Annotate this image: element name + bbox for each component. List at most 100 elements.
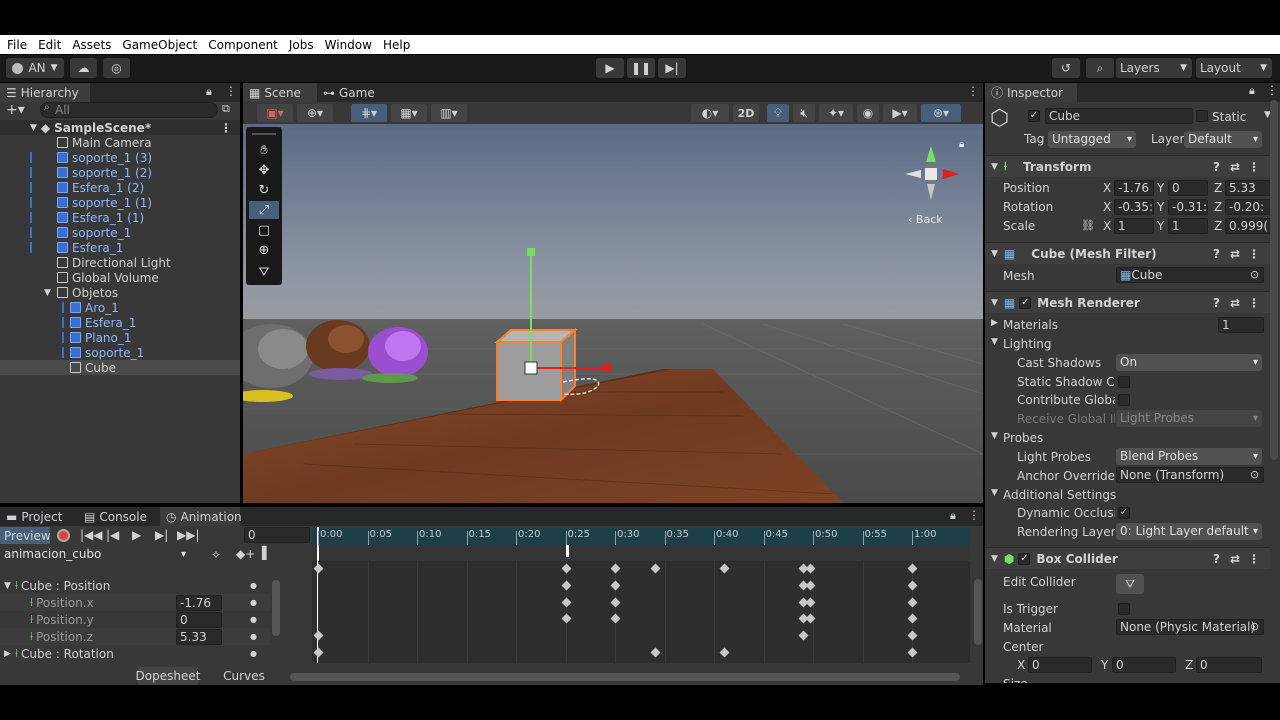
transform-pos-z-field[interactable]: 5.33 [1225,180,1273,196]
transform-rot-y-field[interactable]: -0.31: [1168,199,1208,215]
more-options-icon[interactable]: ⋮ [968,508,980,522]
mesh-renderer-header[interactable]: ▼ ▦ ✓ Mesh Renderer ? ⇄ ⋮ [985,291,1270,313]
add-event-icon[interactable]: ◆+ [236,547,255,561]
first-keyframe-icon[interactable]: |◀◀ [80,528,103,542]
hierarchy-item[interactable]: Esfera_1 [0,315,240,330]
expand-icon[interactable]: ⧉ [222,102,230,116]
help-icon[interactable]: ? [1213,552,1220,566]
preview-button[interactable]: Preview [0,527,51,544]
tab-hierarchy[interactable]: ☰ Hierarchy [0,83,90,102]
object-name-field[interactable]: Cube [1045,108,1193,124]
last-keyframe-icon[interactable]: ▶▶| [177,528,200,542]
keyframe[interactable] [907,613,918,624]
preset-icon[interactable]: ⇄ [1230,247,1240,261]
property-value-field[interactable]: 0 [176,612,222,628]
menu-file[interactable]: File [7,38,27,52]
keyframe[interactable] [313,647,324,658]
static-shadow-checkbox[interactable] [1118,376,1130,388]
help-icon[interactable]: ? [1213,296,1220,310]
property-value-field[interactable]: 5.33 [176,629,222,645]
more-options-icon[interactable]: ⋮ [220,121,232,135]
menu-edit[interactable]: Edit [38,38,61,52]
help-icon[interactable]: ? [1213,247,1220,261]
dot-icon[interactable]: ● [250,649,257,658]
dopesheet-tab[interactable]: Dopesheet [136,667,200,685]
keyframe[interactable] [610,613,621,624]
hierarchy-item[interactable]: Main Camera [0,135,240,150]
audio-button[interactable]: 🔇︎ [793,104,815,122]
scale-tool-icon[interactable]: ⤢ [249,201,279,219]
tab-console[interactable]: ▤ Console [78,507,154,526]
dopesheet-area[interactable]: 0:00 0:05 0:10 0:15 0:20 0:25 0:30 0:35 0:40 0:45… [312,527,970,663]
transform-header[interactable]: ▼ ⟊ Transform ? ⇄ ⋮ [985,155,1270,177]
scene-row[interactable]: ▼ ◆ SampleScene* ⋮ [0,120,240,135]
transform-scl-x-field[interactable]: 1 [1114,218,1154,234]
more-options-icon[interactable]: ⋮ [1248,552,1260,566]
rect-tool-icon[interactable]: ▢ [249,221,279,239]
tab-project[interactable]: ▬ Project [0,507,76,526]
keyframe[interactable] [561,613,571,624]
curves-tab[interactable]: Curves [220,667,268,685]
hand-tool-icon[interactable]: ✋︎ [249,141,279,159]
lock-icon[interactable]: 🔒︎ [950,509,956,523]
gizmos-button[interactable]: ⊛▾ [921,104,961,122]
clip-dropdown[interactable]: animacion_cubo [0,546,190,563]
history-button[interactable]: ↺ [1052,58,1080,78]
contribute-gi-checkbox[interactable] [1118,394,1130,406]
keyframe[interactable] [610,580,621,591]
snap-increment-button[interactable]: ▦▾ [391,104,427,122]
hierarchy-item[interactable]: Esfera_1 (1) [0,210,240,225]
animation-property-row[interactable]: ⟊ Position.x -1.76 ● [0,594,270,611]
transform-pos-y-field[interactable]: 0 [1168,180,1208,196]
search-input[interactable]: All [40,102,218,118]
transform-scl-z-field[interactable]: 0.999( [1225,218,1273,234]
transform-rot-z-field[interactable]: -0.20: [1225,199,1273,215]
layout-dropdown[interactable]: Layout ▼ [1196,58,1272,78]
dot-icon[interactable]: ● [250,598,257,607]
preset-icon[interactable]: ⇄ [1230,552,1240,566]
material-field[interactable]: None (Physic Material) [1116,619,1264,635]
materials-count-field[interactable]: 1 [1218,317,1264,333]
hierarchy-item[interactable]: soporte_1 [0,345,240,360]
shading-button[interactable]: ◐▾ [691,104,729,122]
rotate-tool-icon[interactable]: ↻ [249,181,279,199]
scene-viewport[interactable]: ‹ Back 🔒︎ [243,124,983,503]
orientation-button[interactable]: ⊕▾ [297,104,333,122]
cast-shadows-dropdown[interactable]: On [1116,354,1262,371]
layers-dropdown[interactable]: Layers ▼ [1116,58,1192,78]
hierarchy-item[interactable]: ▼ Objetos [0,285,240,300]
hierarchy-item[interactable]: Cube [0,360,240,375]
box-collider-header[interactable]: ▼ ⬢ ✓ Box Collider ? ⇄ ⋮ [985,547,1270,569]
search-button[interactable]: ⌕ [1086,58,1114,78]
keyframe[interactable] [650,647,661,658]
props-scrollbar[interactable] [272,580,280,636]
grid-snap-button[interactable]: ⋕▾ [351,104,387,122]
lighting-button[interactable]: 💡︎ [767,104,789,122]
tab-inspector[interactable]: ⓘ Inspector [985,83,1077,102]
keyframe[interactable] [561,597,571,608]
anchor-override-field[interactable]: None (Transform) [1116,467,1264,483]
tag-dropdown[interactable]: Untagged [1048,131,1136,148]
draw-mode-button[interactable]: ▣▾ [257,104,293,122]
chevron-right-icon[interactable]: ▶ [4,649,11,659]
chevron-down-icon[interactable]: ▼ [4,581,11,591]
previous-keyframe-icon[interactable]: |◀ [106,528,119,542]
keyframe[interactable] [907,580,918,591]
play-button[interactable]: ▶ [596,58,624,78]
menu-gameobject[interactable]: GameObject [122,38,197,52]
more-options-icon[interactable]: ⋮ [1248,247,1260,261]
hierarchy-item[interactable]: Directional Light [0,255,240,270]
animation-property-row[interactable]: ⟊ Position.z 5.33 ● [0,628,270,645]
center-z-field[interactable]: 0 [1196,657,1262,673]
mesh-renderer-checkbox[interactable]: ✓ [1019,296,1032,309]
add-icon[interactable]: +▾ [6,102,25,118]
menu-help[interactable]: Help [383,38,410,52]
camera-button[interactable]: ▶▾ [883,104,917,122]
center-y-field[interactable]: 0 [1112,657,1176,673]
light-probes-dropdown[interactable]: Blend Probes [1116,448,1262,465]
chevron-right-icon[interactable]: ▶ [991,318,998,328]
lock-icon[interactable]: 🔒︎ [206,85,212,99]
effects-button[interactable]: ✦▾ [819,104,853,122]
chevron-down-icon[interactable]: ▼ [44,288,51,298]
hierarchy-item[interactable]: Esfera_1 [0,240,240,255]
